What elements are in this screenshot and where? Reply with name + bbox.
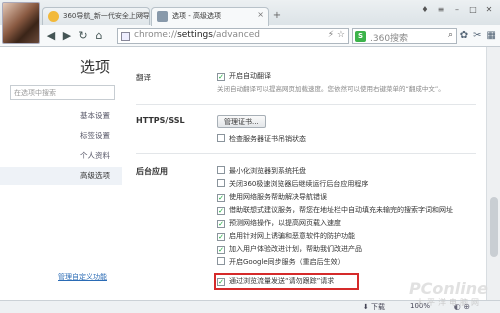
cert-revocation-row[interactable]: 检查服务器证书吊销状态 — [217, 134, 306, 145]
home-icon[interactable]: ⌂ — [92, 29, 106, 43]
auto-translate-row[interactable]: ✓ 开启自动翻译 — [217, 71, 271, 82]
manage-certificates-button[interactable]: 管理证书... — [217, 115, 266, 128]
close-tab-icon[interactable]: × — [138, 10, 145, 19]
cut-icon[interactable]: ✂ — [473, 30, 481, 41]
skin-icon[interactable]: ♦ — [418, 3, 432, 15]
divider — [136, 104, 476, 105]
sidebar-item-profile[interactable]: 个人资料 — [0, 147, 122, 165]
settings-content: 翻译 ✓ 开启自动翻译 关闭自动翻译可以提高网页加载速度。您依然可以使用右键菜单的… — [122, 47, 486, 300]
bg-option-checkbox[interactable]: ✓ — [217, 207, 225, 215]
https-label: HTTPS/SSL — [136, 116, 185, 125]
checkbox-label: 开启自动翻译 — [229, 72, 271, 80]
sidebar-item-basic[interactable]: 基本设置 — [0, 107, 122, 125]
download-button[interactable]: ⬇ 下载 — [363, 302, 385, 312]
checkbox-label: 预测网络操作，以提高网页载入速度 — [229, 219, 341, 227]
highlight-box — [214, 273, 359, 290]
grid-icon[interactable]: ▦ — [487, 30, 496, 41]
user-avatar[interactable] — [2, 2, 40, 44]
menu-icon[interactable]: ≡ — [434, 3, 448, 15]
bg-option-checkbox[interactable] — [217, 166, 225, 174]
translate-label: 翻译 — [136, 73, 151, 82]
search-engine-label: .360搜索 — [370, 34, 409, 44]
checkbox-label: 开启Google同步服务（重启后生效） — [229, 258, 345, 266]
bg-option-checkbox[interactable] — [217, 257, 225, 265]
360-favicon-icon — [48, 11, 59, 22]
tab-label: 选项 - 高级选项 — [172, 12, 221, 20]
toolbar: ◀ ▶ ↻ ⌂ chrome://settings/advanced ⚡ ☆ S… — [0, 25, 500, 47]
manage-custom-link[interactable]: 管理自定义功能 — [58, 272, 107, 282]
bg-option-checkbox[interactable]: ✓ — [217, 220, 225, 228]
scrollbar[interactable] — [486, 47, 500, 300]
tab-label: 360导航_新一代安全上网导 — [63, 12, 150, 20]
auto-translate-checkbox[interactable]: ✓ — [217, 73, 225, 81]
checkbox-label: 检查服务器证书吊销状态 — [229, 135, 306, 143]
download-label: 下载 — [371, 303, 385, 311]
sidebar-item-tabs[interactable]: 标签设置 — [0, 127, 122, 145]
close-window-icon[interactable]: ✕ — [482, 3, 496, 15]
checkbox-label: 关闭360极速浏览器后继续运行后台应用程序 — [229, 180, 369, 188]
bg-option-row[interactable]: ✓ 借助联想式建议服务，帮您在地址栏中自动填充未输完的搜索字词和网址 — [217, 205, 453, 216]
back-icon[interactable]: ◀ — [44, 29, 58, 43]
tab-360-nav[interactable]: 360导航_新一代安全上网导 × — [42, 7, 150, 25]
divider — [136, 153, 476, 154]
watermark-logo: PConline — [408, 279, 488, 298]
bg-option-row[interactable]: ✓ 预测网络操作，以提高网页载入速度 — [217, 218, 341, 229]
bg-option-row[interactable]: 开启Google同步服务（重启后生效） — [217, 257, 345, 268]
bg-option-row[interactable]: ✓ 加入用户体验改进计划，帮助我们改进产品 — [217, 244, 362, 255]
minimize-icon[interactable]: – — [450, 3, 464, 15]
extension-icon[interactable]: ✿ — [460, 30, 468, 41]
new-tab-button[interactable]: + — [270, 10, 284, 22]
close-tab-icon[interactable]: × — [257, 10, 264, 19]
bg-option-row[interactable]: 最小化浏览器到系统托盘 — [217, 166, 306, 177]
bg-option-row[interactable]: ✓ 启用针对网上诱骗和恶意软件的防护功能 — [217, 231, 355, 242]
url-prefix: chrome:// — [134, 30, 178, 40]
search-icon[interactable]: ⌕ — [448, 30, 453, 40]
tab-settings[interactable]: 选项 - 高级选项 × — [151, 7, 269, 26]
bg-option-row[interactable]: 关闭360极速浏览器后继续运行后台应用程序 — [217, 179, 368, 190]
checkbox-label: 使用网络服务帮助解决导航错误 — [229, 193, 327, 201]
window-controls: ♦ ≡ – □ ✕ — [418, 3, 496, 15]
settings-search-input[interactable]: 在选项中搜索 — [10, 85, 115, 100]
cert-revocation-checkbox[interactable] — [217, 134, 225, 142]
forward-icon[interactable]: ▶ — [60, 29, 74, 43]
url-host: settings — [177, 30, 213, 40]
bg-option-checkbox[interactable]: ✓ — [217, 233, 225, 241]
page-icon — [121, 32, 130, 41]
page-title: 选项 — [80, 58, 111, 76]
maximize-icon[interactable]: □ — [466, 3, 480, 15]
scrollbar-thumb[interactable] — [490, 197, 498, 257]
lightning-icon[interactable]: ⚡ ☆ — [328, 30, 345, 40]
bg-option-checkbox[interactable]: ✓ — [217, 246, 225, 254]
sidebar-item-advanced[interactable]: 高级选项 — [0, 167, 122, 185]
settings-sidebar: 选项 在选项中搜索 基本设置 标签设置 个人资料 高级选项 管理自定义功能 — [0, 47, 122, 300]
url-path: /advanced — [212, 30, 260, 40]
refresh-icon[interactable]: ↻ — [76, 29, 90, 43]
search-engine-icon[interactable]: S — [355, 31, 366, 42]
watermark-sub: 太平洋电脑网 — [416, 298, 482, 307]
search-box[interactable]: S .360搜索 ⌕ — [352, 28, 457, 44]
checkbox-label: 最小化浏览器到系统托盘 — [229, 167, 306, 175]
translate-desc: 关闭自动翻译可以提高网页加载速度。您依然可以使用右键菜单的“翻成中文”。 — [217, 85, 445, 93]
bg-option-row[interactable]: ✓ 使用网络服务帮助解决导航错误 — [217, 192, 327, 203]
bg-option-checkbox[interactable] — [217, 179, 225, 187]
checkbox-label: 启用针对网上诱骗和恶意软件的防护功能 — [229, 232, 355, 240]
settings-favicon-icon — [157, 11, 168, 22]
checkbox-label: 借助联想式建议服务，帮您在地址栏中自动填充未输完的搜索字词和网址 — [229, 206, 453, 214]
background-apps-label: 后台应用 — [136, 167, 168, 176]
toolbar-extensions: ✿ ✂ ▦ — [460, 30, 496, 41]
address-bar[interactable]: chrome://settings/advanced ⚡ ☆ — [117, 28, 349, 44]
bg-option-checkbox[interactable]: ✓ — [217, 194, 225, 202]
checkbox-label: 加入用户体验改进计划，帮助我们改进产品 — [229, 245, 362, 253]
